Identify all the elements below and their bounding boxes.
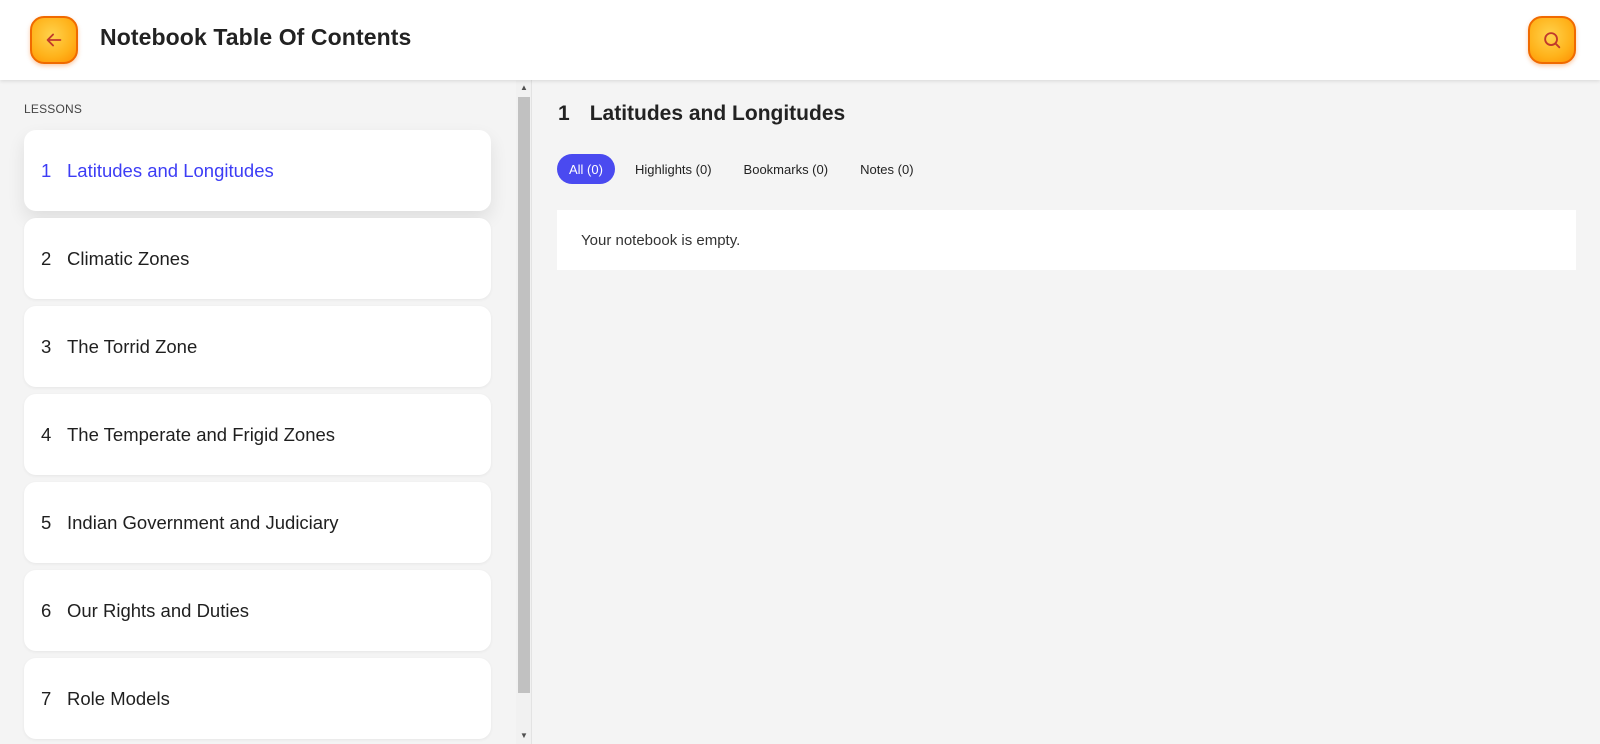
lessons-sidebar: LESSONS 1 Latitudes and Longitudes 2 Cli… <box>0 80 532 744</box>
empty-notebook-message: Your notebook is empty. <box>557 210 1576 270</box>
lesson-label: The Torrid Zone <box>67 335 198 357</box>
lesson-number: 7 <box>41 687 52 709</box>
lesson-number: 3 <box>41 335 52 357</box>
lesson-item-5[interactable]: 5 Indian Government and Judiciary <box>24 482 491 563</box>
page-title: Notebook Table Of Contents <box>100 24 412 50</box>
filter-highlights[interactable]: Highlights (0) <box>623 154 724 184</box>
search-button[interactable] <box>1528 16 1576 64</box>
search-icon <box>1544 32 1561 49</box>
notebook-content: 1 Latitudes and Longitudes All (0) Highli… <box>533 80 1600 744</box>
lesson-label: Climatic Zones <box>67 247 190 269</box>
filter-bookmarks[interactable]: Bookmarks (0) <box>732 154 841 184</box>
arrow-left-icon <box>46 33 62 47</box>
lesson-number: 4 <box>41 423 52 445</box>
lesson-heading-title: Latitudes and Longitudes <box>589 102 846 125</box>
lesson-number: 1 <box>41 159 52 181</box>
lesson-item-3[interactable]: 3 The Torrid Zone <box>24 306 491 387</box>
lesson-item-7[interactable]: 7 Role Models <box>24 658 491 739</box>
filter-tabs: All (0) Highlights (0) Bookmarks (0) Not… <box>557 154 926 184</box>
lesson-item-1[interactable]: 1 Latitudes and Longitudes <box>24 130 491 211</box>
lesson-heading: 1 Latitudes and Longitudes <box>558 102 845 126</box>
sidebar-scrollbar-thumb[interactable] <box>518 97 530 693</box>
lesson-heading-number: 1 <box>558 102 570 125</box>
lesson-label: Latitudes and Longitudes <box>67 159 274 181</box>
app-header: Notebook Table Of Contents <box>0 0 1600 80</box>
scroll-down-arrow-icon[interactable]: ▼ <box>519 731 529 741</box>
lesson-number: 6 <box>41 599 52 621</box>
filter-all[interactable]: All (0) <box>557 154 615 184</box>
scroll-up-arrow-icon[interactable]: ▲ <box>519 83 529 93</box>
lesson-number: 5 <box>41 511 52 533</box>
lessons-section-label: LESSONS <box>24 102 83 116</box>
lesson-label: The Temperate and Frigid Zones <box>67 423 336 445</box>
lesson-label: Indian Government and Judiciary <box>67 511 339 533</box>
lesson-item-6[interactable]: 6 Our Rights and Duties <box>24 570 491 651</box>
lesson-item-4[interactable]: 4 The Temperate and Frigid Zones <box>24 394 491 475</box>
lesson-label: Role Models <box>67 687 170 709</box>
lesson-label: Our Rights and Duties <box>67 599 250 621</box>
filter-notes[interactable]: Notes (0) <box>848 154 925 184</box>
back-button[interactable] <box>30 16 78 64</box>
lesson-item-2[interactable]: 2 Climatic Zones <box>24 218 491 299</box>
lesson-number: 2 <box>41 247 52 269</box>
